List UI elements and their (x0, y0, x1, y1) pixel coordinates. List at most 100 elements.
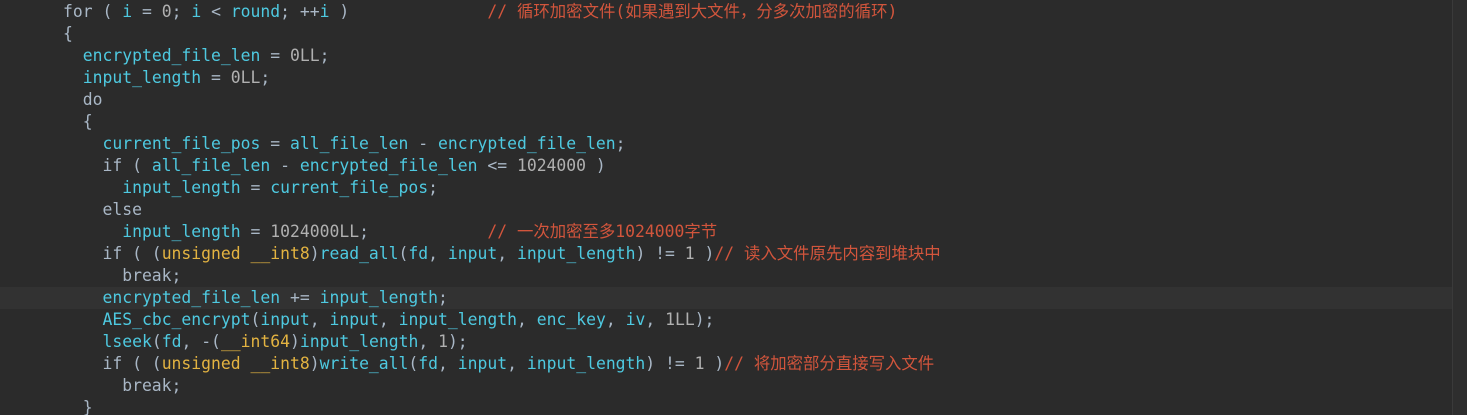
keyword-token: do (63, 90, 103, 109)
code-line[interactable]: else (63, 199, 1453, 221)
punctuation-token: - (408, 134, 439, 153)
punctuation-token: , (517, 310, 537, 329)
punctuation-token: , (497, 244, 518, 263)
punctuation-token: , (309, 310, 330, 329)
punctuation-token: ); (447, 332, 468, 351)
punctuation-token: ( (398, 244, 409, 263)
punctuation-token: ; (359, 222, 488, 241)
punctuation-token: ( (151, 332, 162, 351)
identifier-token: current_file_pos (270, 178, 429, 197)
code-line[interactable]: break; (63, 375, 1453, 397)
punctuation-token (63, 68, 83, 87)
punctuation-token: ; (438, 288, 448, 307)
punctuation-token: ) (694, 244, 715, 263)
punctuation-token: += (280, 288, 320, 307)
code-line[interactable]: } (63, 397, 1453, 415)
code-line[interactable]: input_length = current_file_pos; (63, 177, 1453, 199)
comment-token: // 一次加密至多1024000字节 (487, 222, 718, 241)
identifier-token: iv (625, 310, 646, 329)
identifier-token: enc_key (536, 310, 606, 329)
identifier-token: input_length (398, 310, 517, 329)
code-line[interactable]: encrypted_file_len += input_length; (0, 287, 1453, 309)
punctuation-token: ; (319, 46, 330, 65)
code-line[interactable]: if ( (unsigned __int8)read_all(fd, input… (63, 243, 1453, 265)
number-token: 1LL (665, 310, 695, 329)
punctuation-token: <= (477, 156, 517, 175)
code-line[interactable]: encrypted_file_len = 0LL; (63, 45, 1453, 67)
punctuation-token: ) (309, 354, 320, 373)
identifier-token: encrypted_file_len (102, 288, 281, 307)
identifier-token: input (457, 354, 508, 373)
punctuation-token: , (438, 354, 458, 373)
punctuation-token: = (260, 134, 290, 153)
punctuation-token (63, 332, 102, 351)
pseudocode-view[interactable]: for ( i = 0; i < round; ++i ) // 循环加密文件(… (0, 1, 1453, 415)
code-line[interactable]: for ( i = 0; i < round; ++i ) // 循环加密文件(… (63, 1, 1453, 23)
identifier-token: i (191, 2, 202, 21)
identifier-token: i (319, 2, 330, 21)
punctuation-token: = (240, 222, 271, 241)
comment-token: // 将加密部分直接写入文件 (724, 354, 935, 373)
punctuation-token: , (428, 244, 448, 263)
keyword-token: if ( ( (63, 244, 162, 263)
keyword-token: else (63, 200, 142, 219)
punctuation-token: { (63, 24, 73, 43)
identifier-token: current_file_pos (102, 134, 261, 153)
function-token: lseek (102, 332, 152, 351)
code-line[interactable]: do (63, 89, 1453, 111)
identifier-token: fd (161, 332, 182, 351)
punctuation-token (63, 222, 122, 241)
identifier-token: i (122, 2, 133, 21)
punctuation-token: = (132, 2, 162, 21)
punctuation-token (63, 134, 102, 153)
code-line[interactable]: input_length = 1024000LL; // 一次加密至多10240… (63, 221, 1453, 243)
identifier-token: input_length (122, 222, 241, 241)
code-line[interactable]: current_file_pos = all_file_len - encryp… (63, 133, 1453, 155)
punctuation-token: ) != (645, 354, 695, 373)
code-line[interactable]: if ( all_file_len - encrypted_file_len <… (63, 155, 1453, 177)
punctuation-token: ) (329, 2, 488, 21)
code-line[interactable]: lseek(fd, -(__int64)input_length, 1); (63, 331, 1453, 353)
punctuation-token (63, 310, 102, 329)
type-token: unsigned __int8 (161, 354, 310, 373)
punctuation-token: ) (290, 332, 300, 351)
code-line[interactable]: { (63, 23, 1453, 45)
type-token: unsigned __int8 (161, 244, 310, 263)
identifier-token: input (260, 310, 310, 329)
number-token: 1 (684, 244, 695, 263)
vertical-scrollbar[interactable] (1452, 0, 1467, 415)
punctuation-token: = (201, 68, 231, 87)
number-token: 1 (438, 332, 448, 351)
code-line[interactable]: break; (63, 265, 1453, 287)
punctuation-token: - (270, 156, 300, 175)
punctuation-token: } (63, 398, 93, 415)
number-token: 1024000LL (270, 222, 360, 241)
code-line[interactable]: if ( (unsigned __int8)write_all(fd, inpu… (63, 353, 1453, 375)
identifier-token: input_length (526, 354, 646, 373)
identifier-token: all_file_len (151, 156, 271, 175)
function-token: read_all (319, 244, 399, 263)
identifier-token: input (329, 310, 379, 329)
keyword-token: break; (63, 376, 182, 395)
number-token: 0LL (230, 68, 261, 87)
punctuation-token: , (645, 310, 666, 329)
keyword-token: if ( (63, 156, 152, 175)
identifier-token: input_length (82, 68, 202, 87)
punctuation-token: , (605, 310, 626, 329)
code-editor[interactable]: for ( i = 0; i < round; ++i ) // 循环加密文件(… (0, 0, 1467, 415)
identifier-token: fd (418, 354, 439, 373)
code-line[interactable]: AES_cbc_encrypt(input, input, input_leng… (63, 309, 1453, 331)
comment-token: // 循环加密文件(如果遇到大文件，分多次加密的循环) (487, 2, 898, 21)
punctuation-token: ; (171, 2, 192, 21)
code-line[interactable]: input_length = 0LL; (63, 67, 1453, 89)
number-token: 1 (694, 354, 705, 373)
punctuation-token (63, 178, 122, 197)
punctuation-token (63, 288, 102, 307)
identifier-token: input (447, 244, 498, 263)
punctuation-token: , -( (181, 332, 221, 351)
punctuation-token: ; (428, 178, 439, 197)
code-line[interactable]: { (63, 111, 1453, 133)
number-token: 1024000 (516, 156, 587, 175)
identifier-token: input_length (517, 244, 636, 263)
punctuation-token: ; (615, 134, 626, 153)
